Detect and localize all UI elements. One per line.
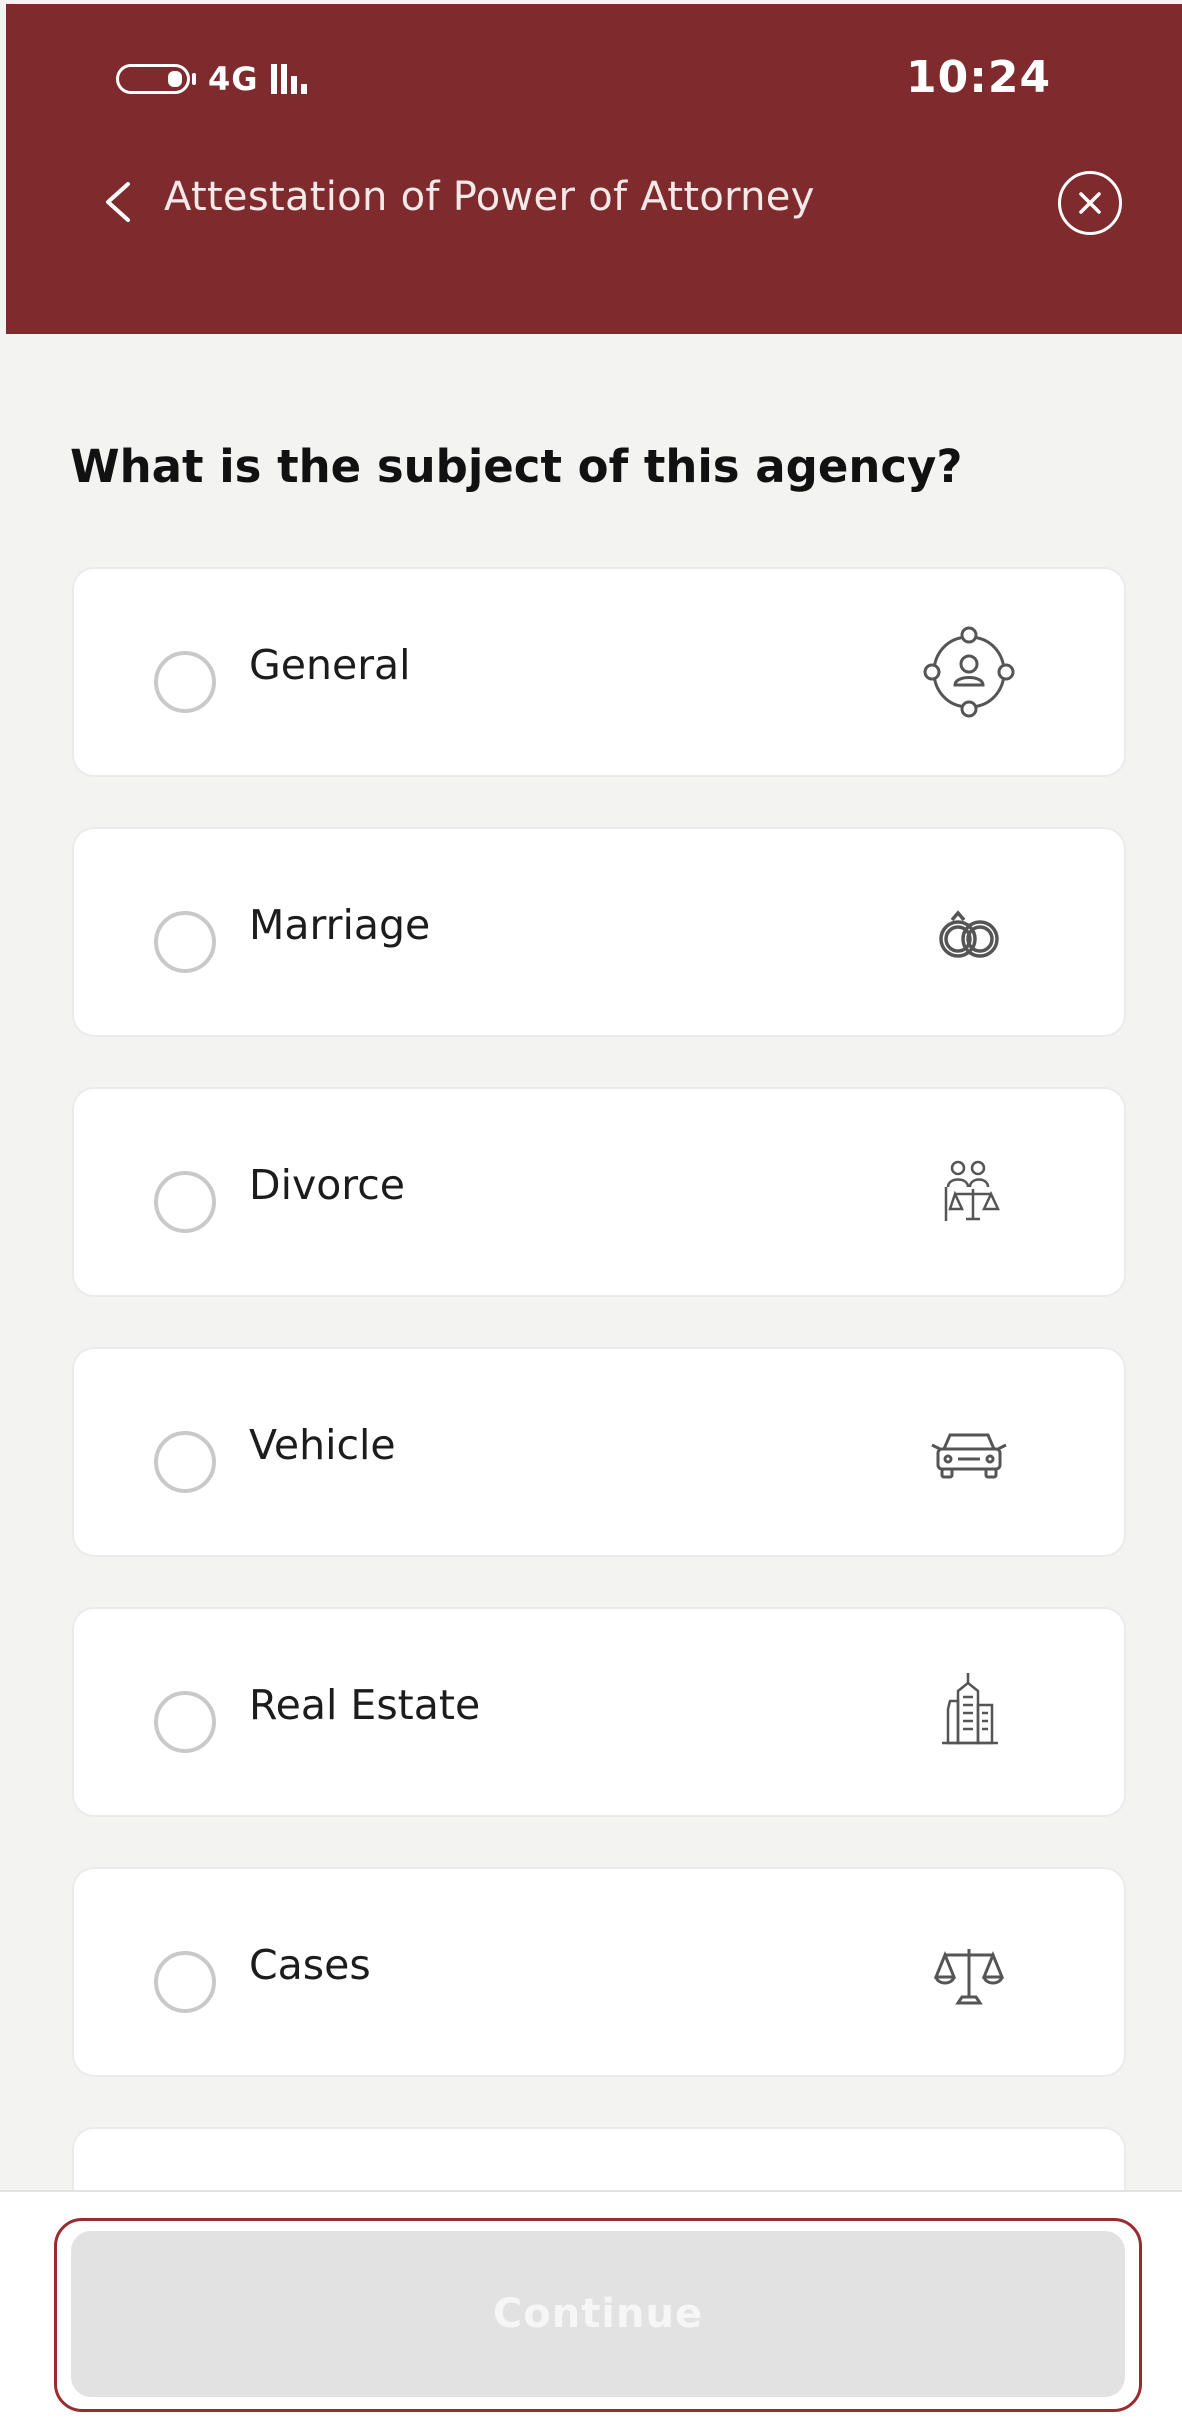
chevron-left-icon bbox=[106, 182, 130, 222]
battery-tip bbox=[192, 73, 196, 85]
rings-icon bbox=[939, 910, 999, 958]
page-title: Attestation of Power of Attorney bbox=[164, 174, 815, 220]
building-icon bbox=[942, 1673, 998, 1745]
radio-button[interactable] bbox=[154, 911, 216, 973]
option-real-estate[interactable]: Real Estate bbox=[72, 1607, 1126, 1817]
person-network-icon bbox=[923, 626, 1015, 718]
battery-icon bbox=[116, 64, 190, 94]
bottom-bar: Continue bbox=[0, 2190, 1182, 2425]
radio-button[interactable] bbox=[154, 1691, 216, 1753]
radio-button[interactable] bbox=[154, 1951, 216, 2013]
option-label: Real Estate bbox=[249, 1681, 481, 1729]
scales-icon bbox=[933, 1949, 1005, 2005]
option-general[interactable]: General bbox=[72, 567, 1126, 777]
continue-focus-ring: Continue bbox=[54, 2218, 1142, 2412]
option-label: Cases bbox=[249, 1941, 371, 1989]
app-header: 4G 10:24 Attestation of Power of Attorne… bbox=[6, 4, 1182, 334]
close-icon bbox=[1079, 192, 1101, 214]
option-marriage[interactable]: Marriage bbox=[72, 827, 1126, 1037]
continue-button[interactable]: Continue bbox=[71, 2231, 1125, 2397]
radio-button[interactable] bbox=[154, 1431, 216, 1493]
network-type: 4G bbox=[208, 60, 259, 98]
status-bar-left: 4G bbox=[116, 60, 307, 98]
divorce-scales-icon bbox=[944, 1160, 1000, 1221]
radio-button[interactable] bbox=[154, 651, 216, 713]
option-label: Marriage bbox=[249, 901, 431, 949]
question-heading: What is the subject of this agency? bbox=[70, 440, 963, 493]
back-button[interactable] bbox=[98, 172, 138, 232]
car-icon bbox=[931, 1433, 1007, 1479]
option-vehicle[interactable]: Vehicle bbox=[72, 1347, 1126, 1557]
signal-icon bbox=[270, 64, 307, 94]
option-cases[interactable]: Cases bbox=[72, 1867, 1126, 2077]
option-label: Divorce bbox=[249, 1161, 406, 1209]
option-divorce[interactable]: Divorce bbox=[72, 1087, 1126, 1297]
option-label: Vehicle bbox=[249, 1421, 396, 1469]
close-button[interactable] bbox=[1058, 171, 1122, 235]
radio-button[interactable] bbox=[154, 1171, 216, 1233]
status-time: 10:24 bbox=[906, 52, 1052, 103]
option-label: General bbox=[249, 641, 411, 689]
